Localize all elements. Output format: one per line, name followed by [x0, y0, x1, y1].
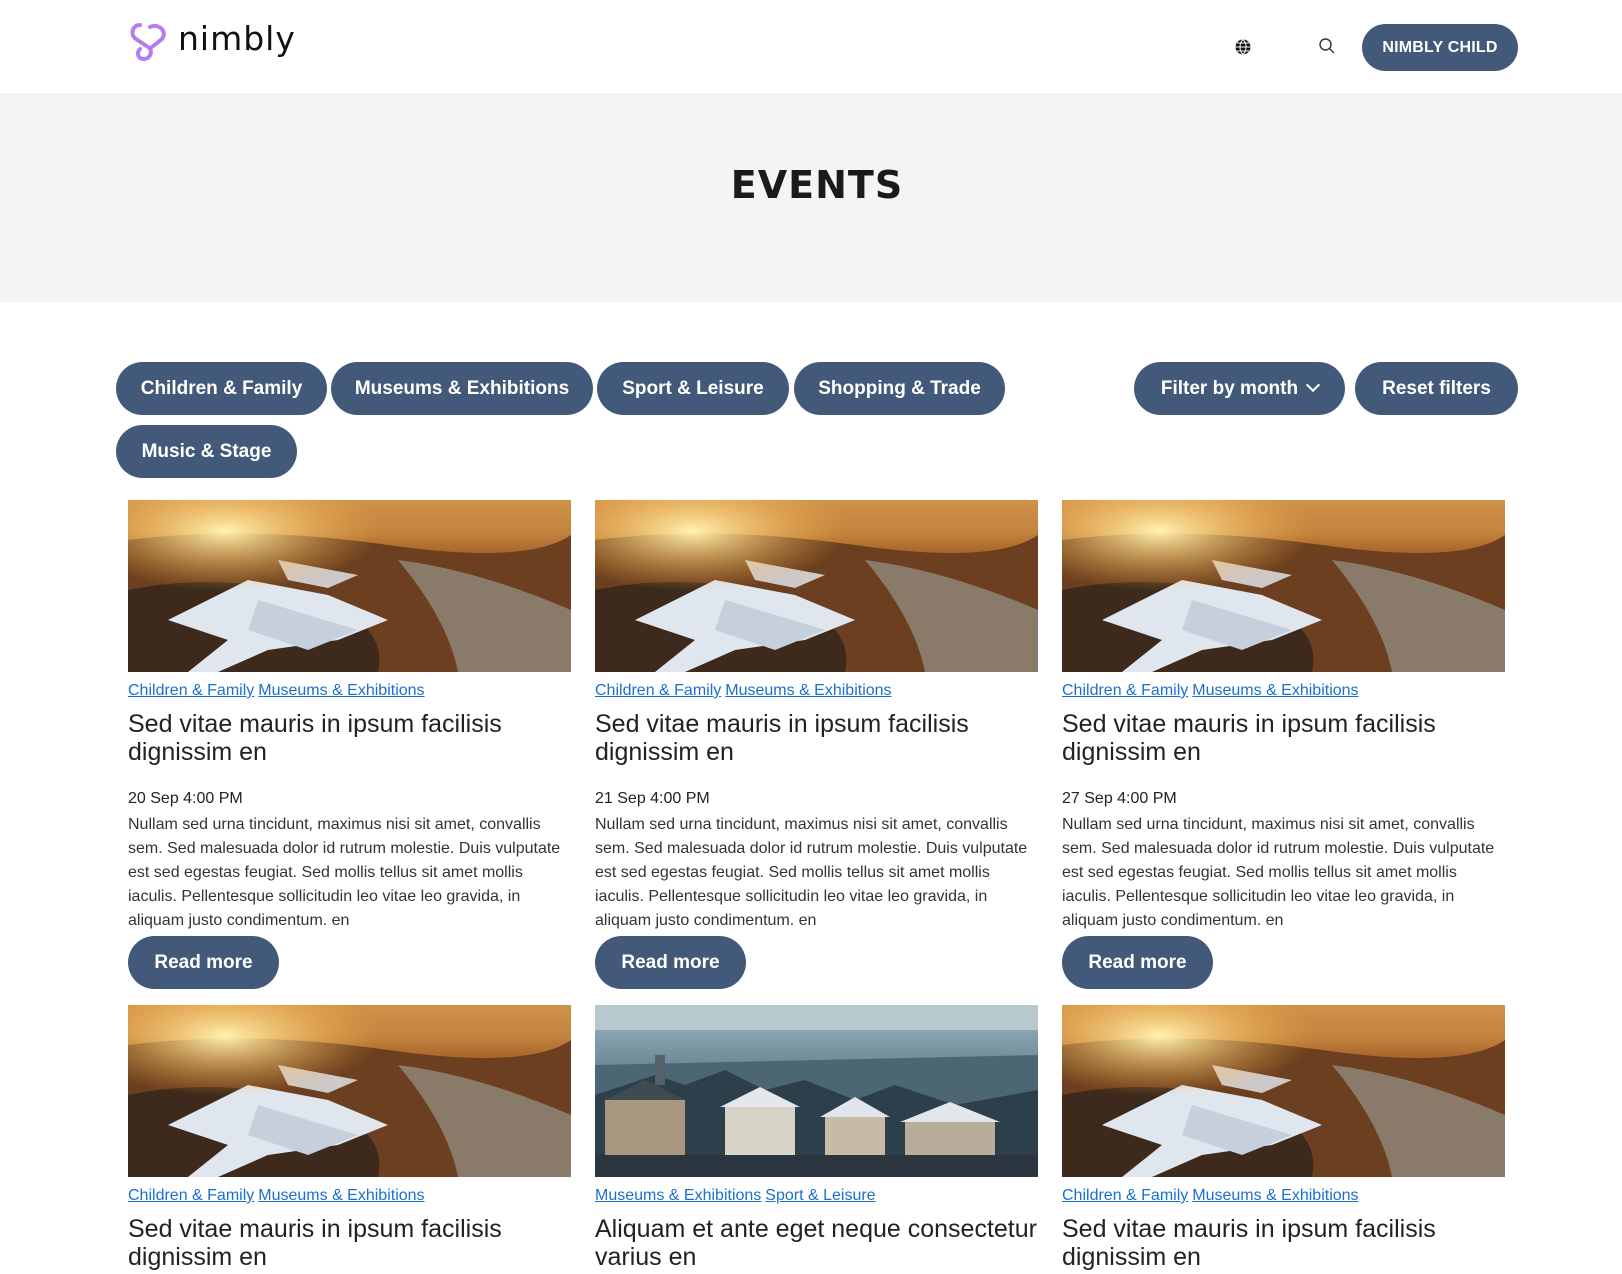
category-link[interactable]: Museums & Exhibitions — [1192, 1187, 1358, 1204]
event-image[interactable] — [1062, 500, 1505, 672]
logo-text: nimbly — [178, 18, 296, 58]
event-title[interactable]: Aliquam et ante eget neque consectetur v… — [595, 1215, 1038, 1271]
site-logo[interactable]: nimbly — [128, 20, 296, 64]
filter-museums-exhibitions[interactable]: Museums & Exhibitions — [331, 362, 593, 415]
read-more-button[interactable]: Read more — [128, 936, 279, 989]
filter-sport-leisure[interactable]: Sport & Leisure — [597, 362, 789, 415]
category-link[interactable]: Museums & Exhibitions — [725, 682, 891, 699]
category-link[interactable]: Children & Family — [1062, 682, 1188, 699]
chevron-down-icon — [1306, 377, 1321, 392]
read-more-button[interactable]: Read more — [1062, 936, 1213, 989]
read-more-button[interactable]: Read more — [595, 936, 746, 989]
event-image[interactable] — [595, 1005, 1038, 1177]
filter-shopping-trade[interactable]: Shopping & Trade — [794, 362, 1005, 415]
event-card: Children & Family Museums & Exhibitions S… — [1062, 500, 1505, 989]
event-date: 21 Sep 4:00 PM — [595, 790, 710, 807]
event-categories: Children & Family Museums & Exhibitions — [128, 1186, 571, 1206]
filter-music-stage[interactable]: Music & Stage — [116, 425, 297, 478]
category-link[interactable]: Sport & Leisure — [765, 1187, 875, 1204]
event-date: 27 Sep 4:00 PM — [1062, 790, 1177, 807]
category-link[interactable]: Children & Family — [128, 682, 254, 699]
event-description: Nullam sed urna tincidunt, maximus nisi … — [128, 816, 561, 929]
filter-by-month-dropdown[interactable]: Filter by month — [1134, 362, 1345, 415]
page-title: EVENTS — [730, 163, 904, 207]
reset-filters-button[interactable]: Reset filters — [1355, 362, 1518, 415]
filter-by-month-label: Filter by month — [1160, 377, 1299, 399]
category-link[interactable]: Museums & Exhibitions — [258, 682, 424, 699]
nimbly-child-button[interactable]: NIMBLY CHILD — [1362, 24, 1518, 71]
event-description: Nullam sed urna tincidunt, maximus nisi … — [595, 816, 1028, 929]
event-title[interactable]: Sed vitae mauris in ipsum facilisis dign… — [128, 1215, 571, 1271]
event-categories: Children & Family Museums & Exhibitions — [1062, 1186, 1505, 1206]
category-link[interactable]: Museums & Exhibitions — [258, 1187, 424, 1204]
event-card: Children & Family Museums & Exhibitions S… — [595, 500, 1038, 989]
event-description: Nullam sed urna tincidunt, maximus nisi … — [1062, 816, 1495, 929]
event-card: Children & Family Museums & Exhibitions S… — [1062, 1005, 1505, 1271]
category-link[interactable]: Museums & Exhibitions — [1192, 682, 1358, 699]
event-card: Museums & Exhibitions Sport & Leisure Ali… — [595, 1005, 1038, 1271]
event-title[interactable]: Sed vitae mauris in ipsum facilisis dign… — [128, 710, 571, 766]
event-date: 20 Sep 4:00 PM — [128, 790, 243, 807]
event-image[interactable] — [595, 500, 1038, 672]
category-link[interactable]: Children & Family — [128, 1187, 254, 1204]
event-title[interactable]: Sed vitae mauris in ipsum facilisis dign… — [1062, 710, 1505, 766]
category-link[interactable]: Children & Family — [1062, 1187, 1188, 1204]
event-image[interactable] — [128, 1005, 571, 1177]
event-categories: Museums & Exhibitions Sport & Leisure — [595, 1186, 1038, 1206]
event-title[interactable]: Sed vitae mauris in ipsum facilisis dign… — [595, 710, 1038, 766]
search-icon[interactable] — [1318, 37, 1336, 55]
event-image[interactable] — [128, 500, 571, 672]
category-link[interactable]: Children & Family — [595, 682, 721, 699]
event-categories: Children & Family Museums & Exhibitions — [128, 681, 571, 701]
logo-mark-icon — [130, 23, 166, 62]
event-categories: Children & Family Museums & Exhibitions — [595, 681, 1038, 701]
event-card: Children & Family Museums & Exhibitions S… — [128, 1005, 571, 1271]
site-header: nimbly NIMBLY CHILD — [0, 0, 1622, 93]
event-categories: Children & Family Museums & Exhibitions — [1062, 681, 1505, 701]
event-card: Children & Family Museums & Exhibitions S… — [128, 500, 571, 989]
event-title[interactable]: Sed vitae mauris in ipsum facilisis dign… — [1062, 1215, 1505, 1271]
hero-banner: EVENTS — [0, 93, 1622, 302]
category-link[interactable]: Museums & Exhibitions — [595, 1187, 761, 1204]
globe-icon[interactable] — [1234, 38, 1252, 56]
filter-children-family[interactable]: Children & Family — [116, 362, 327, 415]
event-image[interactable] — [1062, 1005, 1505, 1177]
